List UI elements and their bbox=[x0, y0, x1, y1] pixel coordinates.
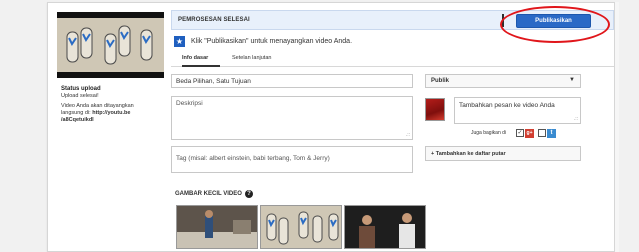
thumbnail-image-3 bbox=[345, 206, 425, 248]
add-to-playlist-button[interactable]: + Tambahkan ke daftar putar bbox=[425, 146, 581, 161]
chevron-down-icon: ▼ bbox=[569, 77, 575, 83]
description-placeholder: Deskripsi bbox=[176, 100, 203, 107]
thumbnail-option-2[interactable] bbox=[260, 205, 342, 249]
tags-placeholder: Tag (misal: albert einstein, babi terban… bbox=[176, 155, 330, 162]
privacy-select[interactable]: Publik ▼ bbox=[425, 74, 581, 88]
thumbnail-option-1[interactable] bbox=[176, 205, 258, 249]
publish-hint-text: Klik "Publikasikan" untuk menayangkan vi… bbox=[191, 37, 353, 45]
share-label: Juga bagikan di bbox=[471, 130, 507, 136]
message-placeholder: Tambahkan pesan ke video Anda bbox=[459, 102, 555, 109]
thumbnails-section-title: GAMBAR KECIL VIDEO ? bbox=[175, 190, 253, 198]
thumbnail-image-1 bbox=[177, 206, 257, 248]
description-input[interactable]: Deskripsi .:: bbox=[171, 96, 413, 140]
help-icon[interactable]: ? bbox=[244, 190, 253, 198]
tab-bar: Info dasar Setelan lanjutan bbox=[171, 53, 614, 67]
googleplus-checkbox[interactable]: ✓ bbox=[516, 129, 525, 137]
twitter-checkbox[interactable] bbox=[538, 129, 547, 137]
tab-basic-info[interactable]: Info dasar bbox=[182, 55, 220, 67]
avatar bbox=[425, 98, 445, 121]
title-input[interactable]: Beda Pilihan, Satu Tujuan bbox=[171, 74, 413, 88]
googleplus-icon: g+ bbox=[525, 128, 535, 138]
resize-handle-icon[interactable]: .:: bbox=[406, 132, 410, 138]
highlight-annotation bbox=[500, 6, 610, 43]
message-input[interactable]: Tambahkan pesan ke video Anda .:: bbox=[454, 97, 581, 124]
scrollbar[interactable] bbox=[615, 2, 619, 252]
tab-advanced-settings[interactable]: Setelan lanjutan bbox=[232, 55, 284, 67]
message-resize-icon[interactable]: .:: bbox=[574, 116, 578, 122]
star-icon: ★ bbox=[174, 35, 185, 47]
processing-status: PEMROSESAN SELESAI bbox=[178, 17, 250, 23]
publish-hint: ★ Klik "Publikasikan" untuk menayangkan … bbox=[174, 35, 352, 47]
twitter-icon: t bbox=[547, 128, 557, 138]
thumbnail-option-3[interactable] bbox=[344, 205, 426, 249]
thumbnails-title: GAMBAR KECIL VIDEO bbox=[175, 191, 242, 197]
privacy-value: Publik bbox=[431, 78, 450, 84]
share-options: Juga bagikan di ✓ g+ t bbox=[471, 128, 557, 138]
thumbnail-image-2 bbox=[261, 206, 341, 248]
tags-input[interactable]: Tag (misal: albert einstein, babi terban… bbox=[171, 146, 413, 173]
